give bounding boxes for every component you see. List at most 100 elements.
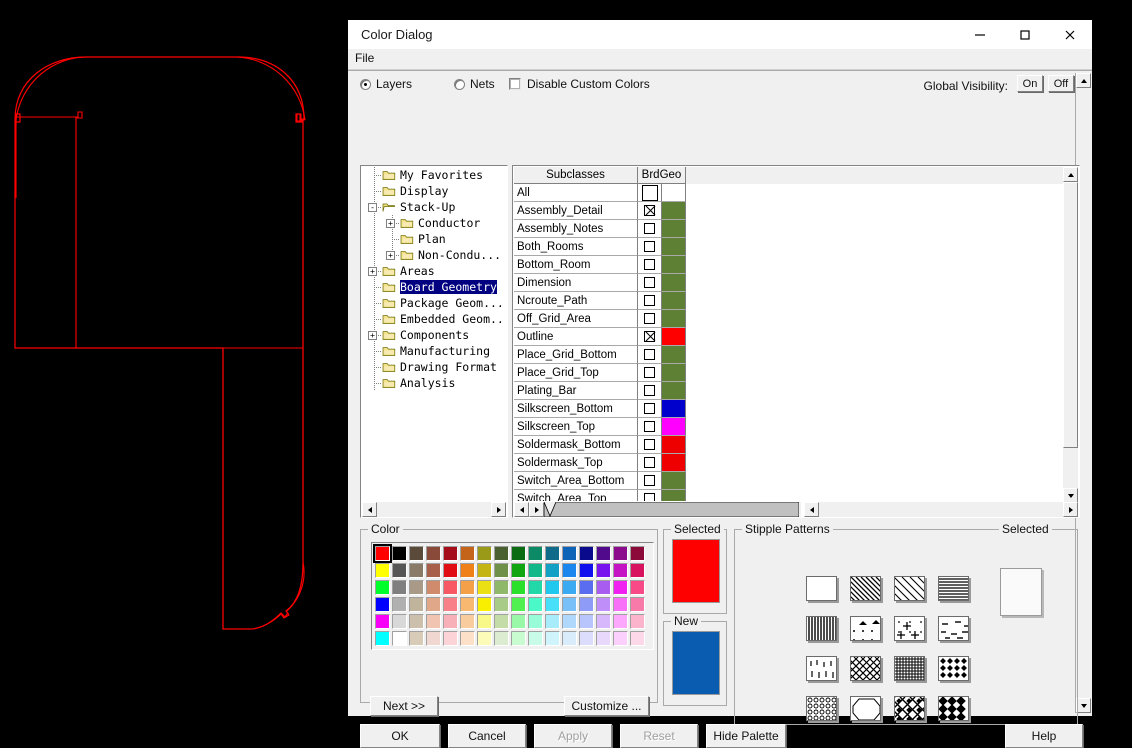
layer-color-cell[interactable] bbox=[662, 328, 686, 346]
stipple-pattern-cell[interactable] bbox=[799, 648, 843, 688]
stipple-pattern-cell[interactable] bbox=[931, 688, 975, 728]
palette-swatch[interactable] bbox=[612, 613, 629, 630]
tree-item[interactable]: + Areas bbox=[362, 263, 506, 279]
palette-swatch[interactable] bbox=[544, 562, 561, 579]
palette-swatch[interactable] bbox=[561, 613, 578, 630]
layer-color-cell[interactable] bbox=[662, 490, 686, 501]
palette-swatch[interactable] bbox=[612, 630, 629, 647]
palette-swatch[interactable] bbox=[476, 630, 493, 647]
palette-swatch[interactable] bbox=[425, 630, 442, 647]
color-palette-grid[interactable] bbox=[373, 544, 646, 647]
palette-swatch[interactable] bbox=[391, 545, 408, 562]
layer-color-cell[interactable] bbox=[662, 256, 686, 274]
close-icon[interactable] bbox=[1047, 20, 1092, 49]
table-scroll-down-icon[interactable] bbox=[1063, 488, 1078, 503]
table-row[interactable]: Soldermask_Bottom bbox=[514, 436, 1067, 454]
stipple-pattern-grid[interactable] bbox=[799, 568, 975, 728]
visibility-checkbox[interactable] bbox=[638, 184, 662, 202]
palette-swatch[interactable] bbox=[476, 596, 493, 613]
table-row[interactable]: Off_Grid_Area bbox=[514, 310, 1067, 328]
layer-color-cell[interactable] bbox=[662, 400, 686, 418]
tree-item[interactable]: Plan bbox=[362, 231, 506, 247]
apply-button[interactable]: Apply bbox=[534, 724, 612, 748]
maximize-icon[interactable] bbox=[1002, 20, 1047, 49]
palette-swatch[interactable] bbox=[425, 579, 442, 596]
palette-swatch[interactable] bbox=[561, 579, 578, 596]
visibility-checkbox[interactable] bbox=[638, 292, 662, 310]
palette-swatch[interactable] bbox=[544, 630, 561, 647]
tree-expander-plus-icon[interactable]: + bbox=[368, 267, 377, 276]
table-row[interactable]: Dimension bbox=[514, 274, 1067, 292]
table-row[interactable]: Switch_Area_Bottom bbox=[514, 472, 1067, 490]
palette-swatch[interactable] bbox=[612, 579, 629, 596]
palette-swatch[interactable] bbox=[510, 630, 527, 647]
stipple-pattern-cell[interactable] bbox=[799, 688, 843, 728]
palette-swatch[interactable] bbox=[493, 613, 510, 630]
table-row[interactable]: Assembly_Notes bbox=[514, 220, 1067, 238]
palette-swatch[interactable] bbox=[595, 596, 612, 613]
palette-swatch[interactable] bbox=[527, 630, 544, 647]
subclasses-table-panel[interactable]: Subclasses BrdGeo All Assembly_Detail Asse… bbox=[512, 165, 1080, 518]
palette-swatch[interactable] bbox=[595, 545, 612, 562]
palette-swatch[interactable] bbox=[510, 579, 527, 596]
visibility-checkbox[interactable] bbox=[638, 436, 662, 454]
tree-item[interactable]: Board Geometry bbox=[362, 279, 506, 295]
table-horizontal-scrollbar-right[interactable] bbox=[804, 502, 1078, 517]
tree-expander-plus-icon[interactable]: + bbox=[368, 331, 377, 340]
layer-color-cell[interactable] bbox=[662, 202, 686, 220]
palette-swatch[interactable] bbox=[425, 613, 442, 630]
next-button[interactable]: Next >> bbox=[370, 696, 438, 716]
palette-swatch[interactable] bbox=[374, 630, 391, 647]
tree-expander-minus-icon[interactable]: - bbox=[368, 203, 377, 212]
tree-expander-plus-icon[interactable]: + bbox=[386, 219, 395, 228]
table-row[interactable]: Switch_Area_Top bbox=[514, 490, 1067, 501]
layer-tree-panel[interactable]: My Favorites Display - Stack-Up + Conductor Pl… bbox=[360, 165, 508, 518]
palette-swatch[interactable] bbox=[408, 596, 425, 613]
help-button[interactable]: Help bbox=[1005, 724, 1083, 748]
palette-swatch[interactable] bbox=[391, 579, 408, 596]
palette-swatch[interactable] bbox=[391, 630, 408, 647]
palette-swatch[interactable] bbox=[374, 562, 391, 579]
tree-item[interactable]: - Stack-Up bbox=[362, 199, 506, 215]
palette-swatch[interactable] bbox=[561, 630, 578, 647]
palette-swatch[interactable] bbox=[459, 579, 476, 596]
palette-swatch[interactable] bbox=[374, 596, 391, 613]
palette-swatch[interactable] bbox=[391, 596, 408, 613]
layer-color-cell[interactable] bbox=[662, 310, 686, 328]
tree-item[interactable]: Manufacturing bbox=[362, 343, 506, 359]
scroll-down-icon[interactable] bbox=[1076, 698, 1091, 713]
palette-swatch[interactable] bbox=[442, 562, 459, 579]
table-row[interactable]: Assembly_Detail bbox=[514, 202, 1067, 220]
palette-swatch[interactable] bbox=[391, 613, 408, 630]
layer-color-cell[interactable] bbox=[662, 364, 686, 382]
table-row[interactable]: Bottom_Room bbox=[514, 256, 1067, 274]
stipple-pattern-cell[interactable] bbox=[887, 608, 931, 648]
palette-swatch[interactable] bbox=[527, 596, 544, 613]
stipple-pattern-cell[interactable] bbox=[799, 608, 843, 648]
table-row[interactable]: Plating_Bar bbox=[514, 382, 1067, 400]
stipple-pattern-cell[interactable] bbox=[887, 688, 931, 728]
palette-swatch[interactable] bbox=[493, 596, 510, 613]
table-scroll-thumb[interactable] bbox=[1063, 182, 1078, 448]
checkbox-disable-custom-colors[interactable]: Disable Custom Colors bbox=[509, 77, 650, 91]
subclasses-table[interactable]: Subclasses BrdGeo All Assembly_Detail Asse… bbox=[514, 167, 1067, 501]
palette-swatch[interactable] bbox=[595, 579, 612, 596]
table-scroll-hleft2-icon[interactable] bbox=[804, 502, 819, 517]
visibility-checkbox[interactable] bbox=[638, 346, 662, 364]
column-header-subclasses[interactable]: Subclasses bbox=[514, 167, 638, 184]
reset-button[interactable]: Reset bbox=[620, 724, 698, 748]
stipple-pattern-cell[interactable] bbox=[843, 688, 887, 728]
stipple-pattern-cell[interactable] bbox=[843, 568, 887, 608]
radio-layers[interactable]: Layers bbox=[360, 77, 412, 91]
layer-color-cell[interactable] bbox=[662, 220, 686, 238]
palette-swatch[interactable] bbox=[561, 545, 578, 562]
column-header-brdgeo[interactable]: BrdGeo bbox=[638, 167, 686, 184]
layer-color-cell[interactable] bbox=[662, 382, 686, 400]
palette-swatch[interactable] bbox=[612, 545, 629, 562]
visibility-checkbox[interactable] bbox=[638, 328, 662, 346]
palette-swatch[interactable] bbox=[408, 613, 425, 630]
minimize-icon[interactable] bbox=[957, 20, 1002, 49]
stipple-pattern-cell[interactable] bbox=[843, 648, 887, 688]
tree-item[interactable]: + Components bbox=[362, 327, 506, 343]
palette-swatch[interactable] bbox=[612, 596, 629, 613]
